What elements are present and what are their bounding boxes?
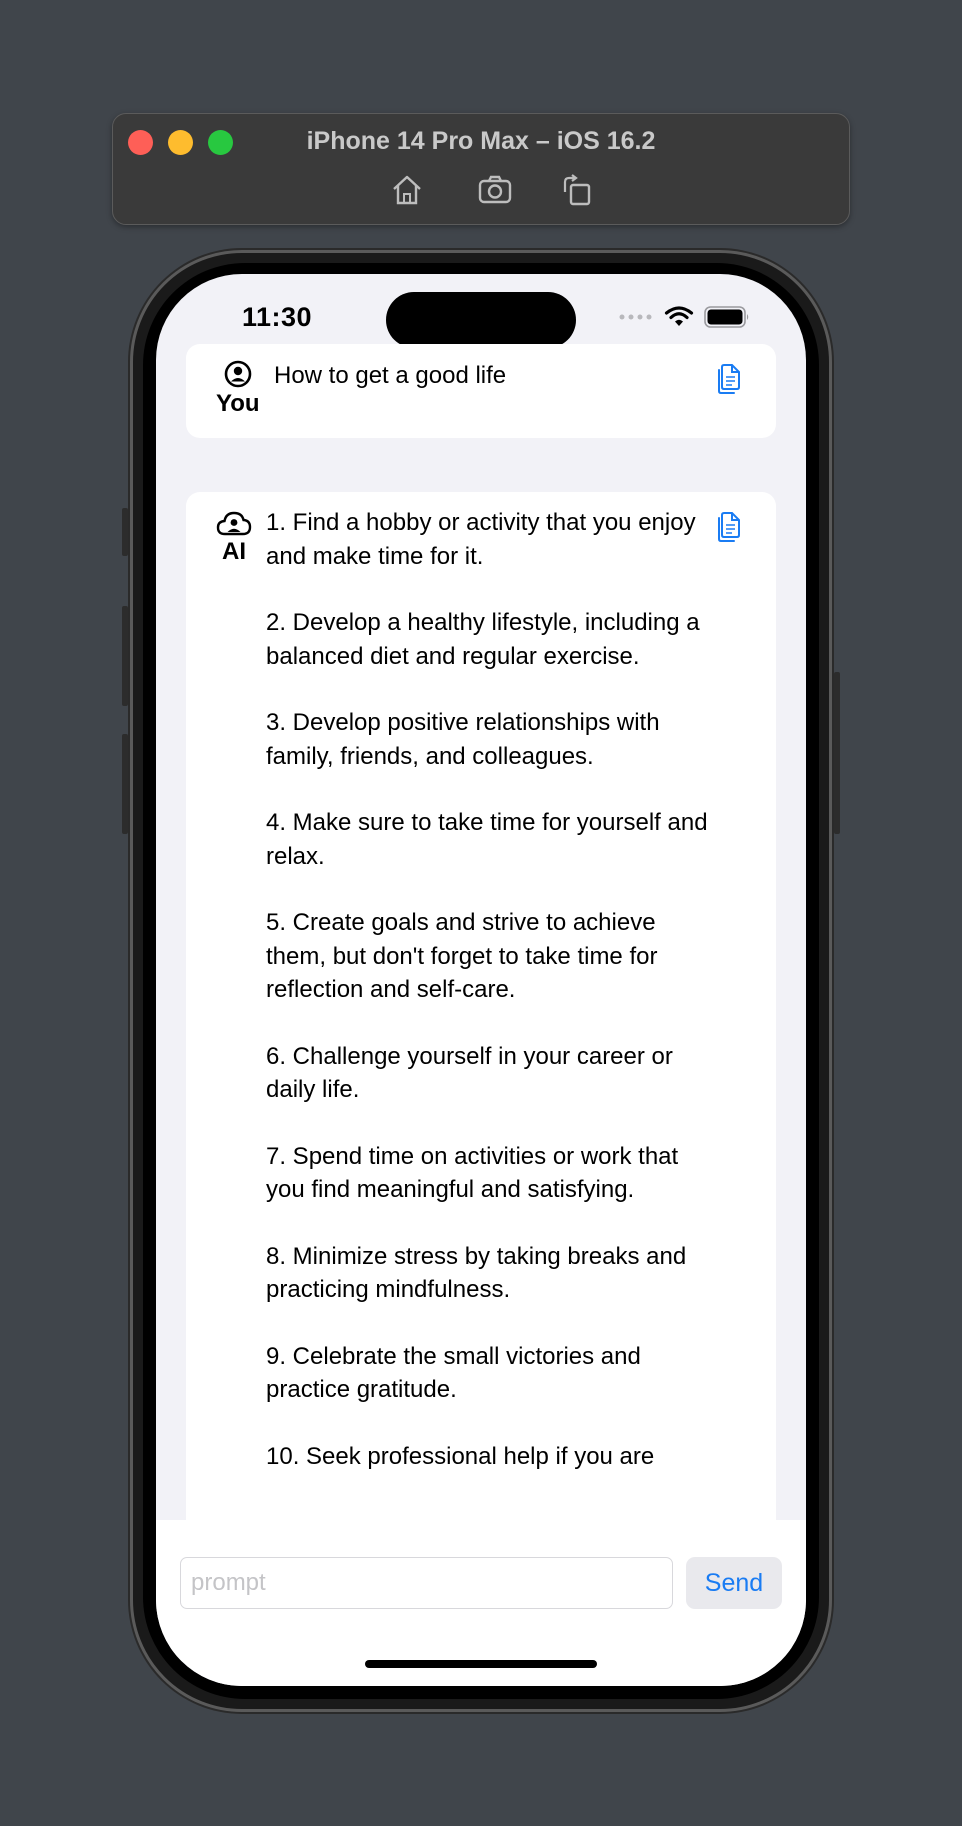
input-bar: Send bbox=[156, 1520, 806, 1686]
ai-list-item: 7. Spend time on activities or work that… bbox=[266, 1142, 679, 1204]
ai-message-card: AI 1. Find a hobby or activity that you … bbox=[186, 492, 776, 1602]
person-circle-icon bbox=[224, 360, 252, 388]
dynamic-island bbox=[386, 292, 576, 348]
screenshot-icon[interactable] bbox=[477, 172, 513, 208]
ai-list-item: 4. Make sure to take time for yourself a… bbox=[266, 809, 708, 870]
cloud-person-icon bbox=[216, 511, 252, 536]
power-button bbox=[834, 672, 840, 834]
ai-list-item: 3. Develop positive relationships with f… bbox=[266, 709, 660, 770]
copy-icon[interactable] bbox=[715, 360, 745, 396]
ai-list-item: 6. Challenge yourself in your career or … bbox=[266, 1042, 673, 1104]
home-icon[interactable] bbox=[389, 172, 425, 208]
ai-list-item: 2. Develop a healthy lifestyle, includin… bbox=[266, 609, 700, 670]
ai-response-list: 1. Find a hobby or activity that you enj… bbox=[266, 506, 716, 1506]
iphone-screen: 11:30 You How to get a good life AI 1. F… bbox=[156, 274, 806, 1686]
prompt-input[interactable] bbox=[180, 1557, 673, 1609]
volume-up-button bbox=[122, 606, 128, 706]
simulator-title: iPhone 14 Pro Max – iOS 16.2 bbox=[306, 127, 656, 155]
status-time: 11:30 bbox=[242, 302, 313, 332]
user-avatar: You bbox=[216, 360, 260, 418]
rotate-icon[interactable] bbox=[559, 172, 595, 208]
ai-role-label: AI bbox=[222, 538, 246, 565]
wifi-icon bbox=[664, 306, 694, 326]
home-indicator[interactable] bbox=[365, 1660, 597, 1668]
battery-icon bbox=[704, 306, 749, 328]
ai-list-item: 9. Celebrate the small victories and pra… bbox=[266, 1342, 641, 1404]
action-button bbox=[122, 508, 128, 556]
status-icons bbox=[618, 306, 750, 328]
copy-icon[interactable] bbox=[715, 508, 745, 544]
ai-avatar: AI bbox=[216, 510, 252, 566]
cellular-icon bbox=[619, 314, 652, 320]
ai-list-item: 1. Find a hobby or activity that you enj… bbox=[266, 509, 696, 570]
simulator-toolbar: iPhone 14 Pro Max – iOS 16.2 bbox=[112, 113, 850, 225]
user-message-card: You How to get a good life bbox=[186, 344, 776, 438]
user-message-text: How to get a good life bbox=[274, 362, 507, 389]
volume-down-button bbox=[122, 734, 128, 834]
ai-list-item: 10. Seek professional help if you are bbox=[266, 1442, 655, 1470]
send-button[interactable]: Send bbox=[686, 1557, 782, 1609]
user-role-label: You bbox=[216, 390, 260, 417]
ai-list-item: 8. Minimize stress by taking breaks and … bbox=[266, 1242, 687, 1304]
ai-list-item: 5. Create goals and strive to achieve th… bbox=[266, 909, 658, 1003]
